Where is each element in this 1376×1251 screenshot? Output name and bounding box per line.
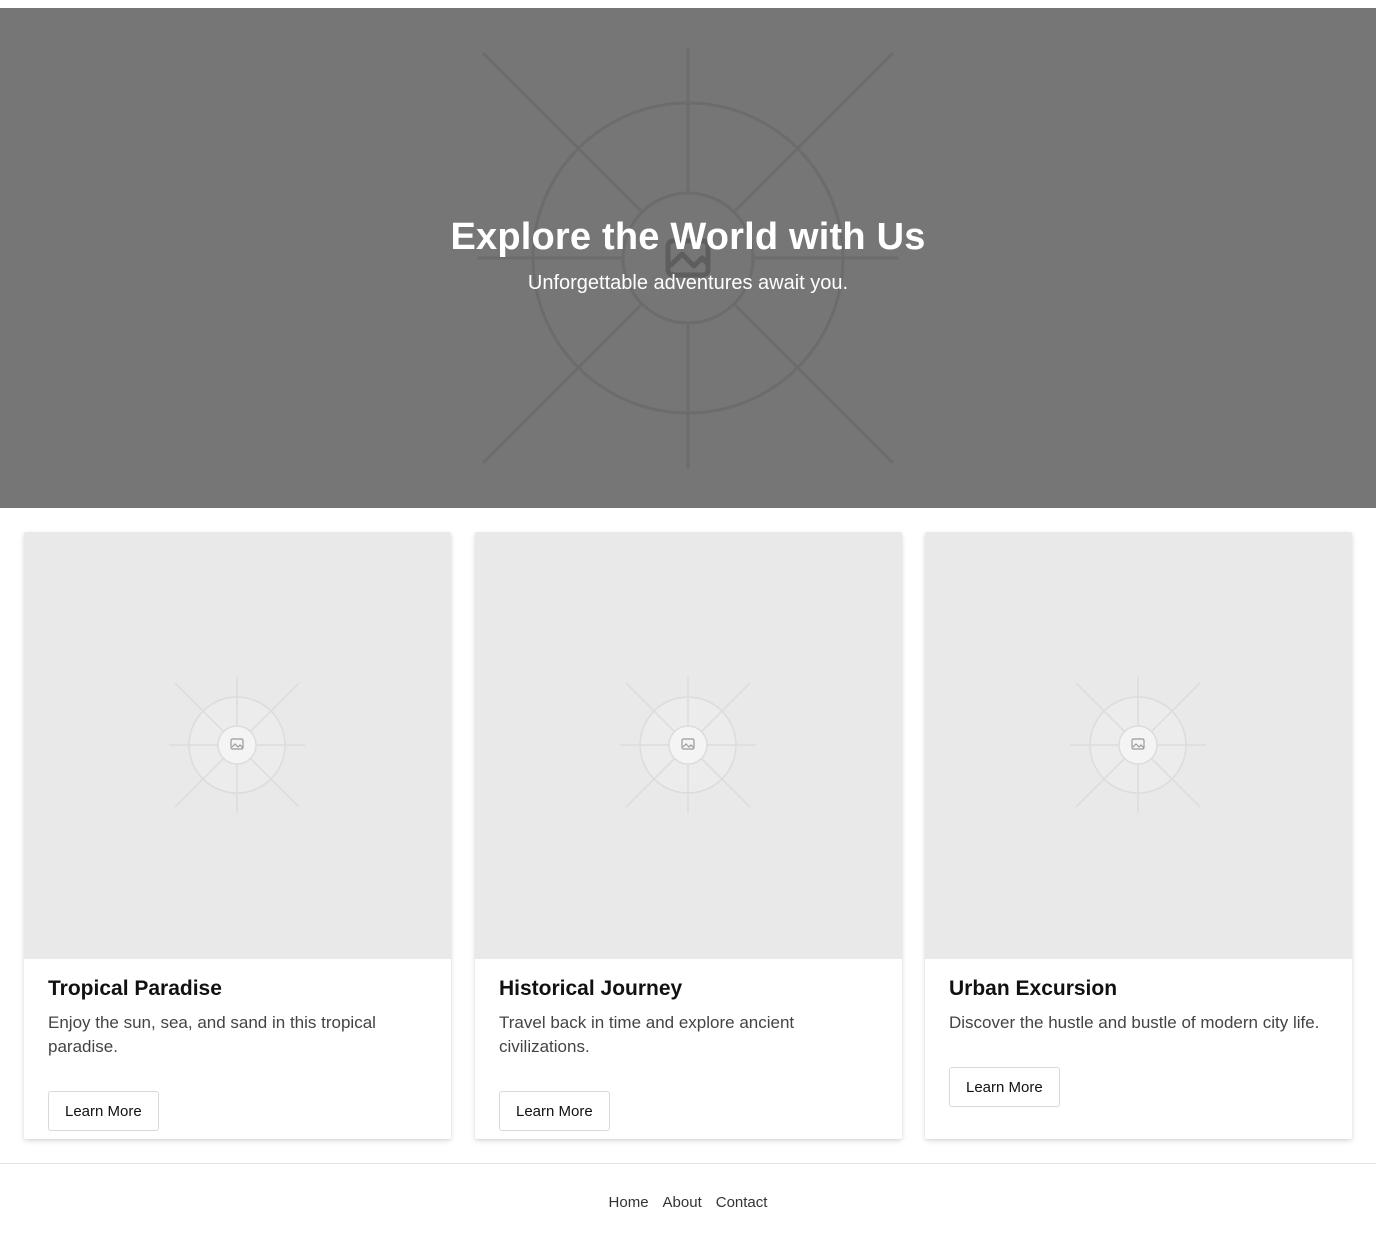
card-description: Travel back in time and explore ancient … [499, 1013, 795, 1056]
hero-title: Explore the World with Us [450, 216, 926, 258]
destination-card: Tropical Paradise Enjoy the sun, sea, an… [24, 532, 451, 1139]
card-image-placeholder [475, 532, 902, 959]
image-placeholder-icon [169, 677, 305, 813]
card-title: Tropical Paradise [48, 977, 222, 1000]
footer-link-home[interactable]: Home [609, 1194, 649, 1211]
card-image-placeholder [925, 532, 1352, 959]
image-placeholder-icon [1070, 677, 1206, 813]
destination-card: Historical Journey Travel back in time a… [475, 532, 902, 1139]
footer-link-contact[interactable]: Contact [716, 1194, 768, 1211]
hero-subtitle: Unforgettable adventures await you. [527, 272, 849, 294]
hero-section: Explore the World with Us Unforgettable … [0, 8, 1376, 508]
card-description: Discover the hustle and bustle of modern… [949, 1013, 1320, 1032]
destination-card: Urban Excursion Discover the hustle and … [925, 532, 1352, 1139]
image-placeholder-icon [620, 677, 756, 813]
footer-link-about[interactable]: About [663, 1194, 702, 1211]
card-image-placeholder [24, 532, 451, 959]
card-title: Urban Excursion [949, 977, 1118, 1000]
learn-more-button[interactable]: Learn More [48, 1091, 159, 1131]
learn-more-button[interactable]: Learn More [499, 1091, 610, 1131]
card-description: Enjoy the sun, sea, and sand in this tro… [48, 1013, 376, 1056]
learn-more-button[interactable]: Learn More [949, 1067, 1060, 1107]
card-title: Historical Journey [499, 977, 683, 1000]
footer-nav: Home About Contact [0, 1194, 1376, 1211]
footer: Home About Contact [0, 1163, 1376, 1251]
destination-cards: Tropical Paradise Enjoy the sun, sea, an… [24, 532, 1352, 1139]
